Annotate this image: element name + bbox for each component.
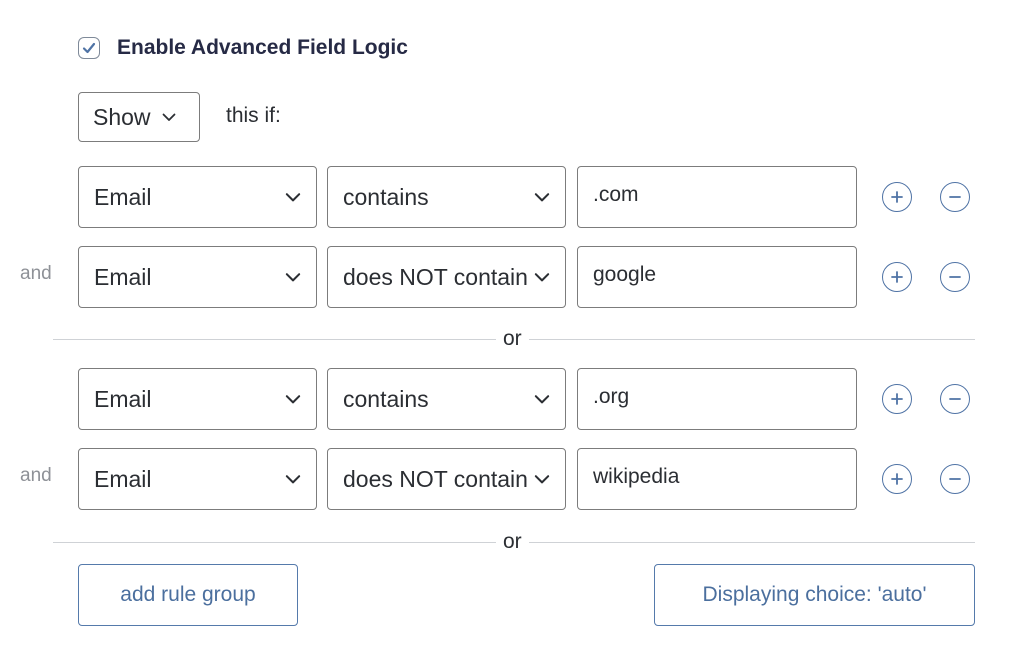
chevron-down-icon [162, 113, 175, 121]
chevron-down-icon [285, 273, 301, 282]
displaying-choice-button[interactable]: Displaying choice: 'auto' [654, 564, 975, 626]
minus-icon [949, 478, 961, 480]
rule-operator-value: contains [343, 183, 429, 210]
rule-operator-value: contains [343, 385, 429, 412]
chevron-down-icon [285, 193, 301, 202]
checkmark-icon [82, 42, 96, 54]
rule-operator-select[interactable]: does NOT contain [327, 246, 566, 308]
remove-rule-button[interactable] [940, 464, 970, 494]
add-rule-button[interactable] [882, 262, 912, 292]
chevron-down-icon [534, 193, 550, 202]
enable-advanced-logic[interactable]: Enable Advanced Field Logic [78, 34, 408, 62]
conjunction-label: and [20, 263, 52, 284]
rule-operator-select[interactable]: does NOT contain [327, 448, 566, 510]
remove-rule-button[interactable] [940, 262, 970, 292]
add-rule-button[interactable] [882, 384, 912, 414]
condition-suffix: this if: [226, 104, 281, 127]
chevron-down-icon [534, 395, 550, 404]
plus-icon [891, 473, 903, 485]
rule-value-input[interactable]: wikipedia [577, 448, 857, 510]
rule-field-value: Email [94, 263, 152, 290]
rule-field-select[interactable]: Email [78, 448, 317, 510]
chevron-down-icon [534, 273, 550, 282]
or-label: or [496, 327, 529, 351]
add-rule-button[interactable] [882, 464, 912, 494]
add-rule-group-button[interactable]: add rule group [78, 564, 298, 626]
chevron-down-icon [285, 475, 301, 484]
or-label: or [496, 530, 529, 554]
minus-icon [949, 276, 961, 278]
rule-field-value: Email [94, 385, 152, 412]
rule-field-value: Email [94, 465, 152, 492]
action-select-value: Show [93, 103, 151, 130]
action-select[interactable]: Show [78, 92, 200, 142]
enable-checkbox[interactable] [78, 37, 100, 59]
plus-icon [891, 271, 903, 283]
remove-rule-button[interactable] [940, 182, 970, 212]
rule-operator-value: does NOT contain [343, 263, 528, 290]
rule-field-value: Email [94, 183, 152, 210]
chevron-down-icon [285, 395, 301, 404]
minus-icon [949, 398, 961, 400]
rule-field-select[interactable]: Email [78, 246, 317, 308]
rule-value-input[interactable]: .org [577, 368, 857, 430]
rule-operator-select[interactable]: contains [327, 368, 566, 430]
enable-label: Enable Advanced Field Logic [117, 36, 408, 59]
rule-field-select[interactable]: Email [78, 368, 317, 430]
add-rule-button[interactable] [882, 182, 912, 212]
conjunction-label: and [20, 465, 52, 486]
plus-icon [891, 191, 903, 203]
rule-value-input[interactable]: google [577, 246, 857, 308]
rule-operator-select[interactable]: contains [327, 166, 566, 228]
minus-icon [949, 196, 961, 198]
rule-field-select[interactable]: Email [78, 166, 317, 228]
rule-operator-value: does NOT contain [343, 465, 528, 492]
plus-icon [891, 393, 903, 405]
chevron-down-icon [534, 475, 550, 484]
rule-value-input[interactable]: .com [577, 166, 857, 228]
remove-rule-button[interactable] [940, 384, 970, 414]
